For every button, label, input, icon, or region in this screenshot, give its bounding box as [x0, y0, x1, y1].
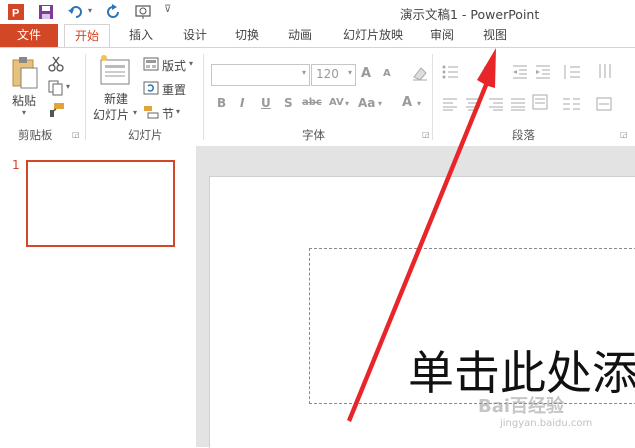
annotation-arrow-icon [347, 48, 496, 422]
